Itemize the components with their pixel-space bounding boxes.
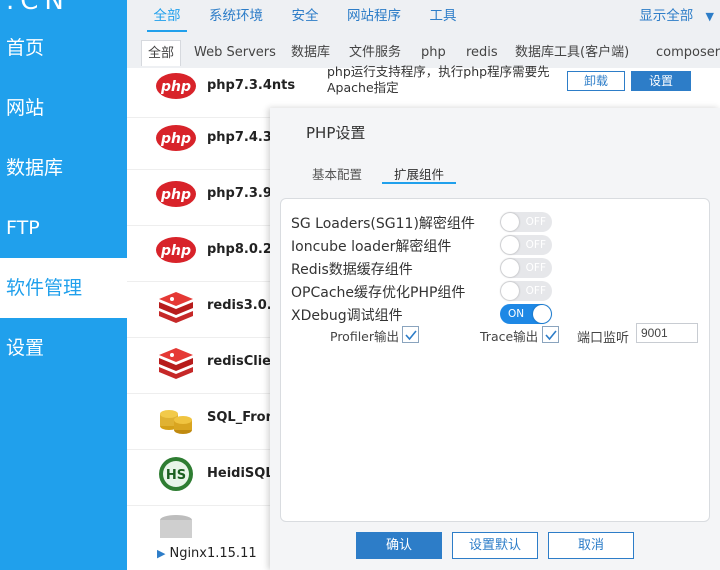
confirm-button[interactable]: 确认 bbox=[356, 532, 442, 559]
settings-button[interactable]: 设置 bbox=[631, 71, 691, 91]
sidebar: .CN 首页 网站 数据库 FTP 软件管理 设置 bbox=[0, 0, 127, 570]
extension-label: XDebug调试组件 bbox=[291, 308, 403, 324]
tab-extensions[interactable]: 扩展组件 bbox=[382, 164, 457, 184]
port-input[interactable] bbox=[636, 323, 698, 343]
sidebar-item-ftp[interactable]: FTP bbox=[0, 198, 127, 258]
software-name: php8.0.2r bbox=[207, 242, 279, 257]
toggle-state: OFF bbox=[525, 262, 546, 274]
extension-label: OPCache缓存优化PHP组件 bbox=[291, 285, 466, 301]
svg-text:php: php bbox=[160, 243, 191, 259]
software-name: HeidiSQL bbox=[207, 466, 274, 481]
toggle-state: OFF bbox=[525, 239, 546, 251]
trace-checkbox[interactable] bbox=[542, 326, 559, 343]
profiler-checkbox[interactable] bbox=[402, 326, 419, 343]
cancel-button[interactable]: 取消 bbox=[548, 532, 634, 559]
coins-icon bbox=[160, 410, 192, 434]
extension-label: SG Loaders(SG11)解密组件 bbox=[291, 216, 475, 232]
software-name: php7.4.3r bbox=[207, 130, 279, 145]
xdebug-toggle[interactable]: ON bbox=[500, 304, 552, 324]
toggle-state: OFF bbox=[525, 216, 546, 228]
sidebar-item-software[interactable]: 软件管理 bbox=[0, 258, 127, 318]
category-tabs: 全部 系统环境 安全 网站程序 工具 显示全部 ▼ bbox=[127, 0, 720, 34]
show-all-dropdown[interactable]: 显示全部 ▼ bbox=[639, 0, 714, 32]
php-logo-icon: php bbox=[156, 125, 196, 151]
toggle-knob bbox=[501, 213, 519, 231]
checkmark-icon bbox=[545, 330, 557, 341]
opcache-toggle[interactable]: OFF bbox=[500, 281, 552, 301]
brand-logo-text: .CN bbox=[6, 0, 70, 16]
toggle-state: OFF bbox=[525, 285, 546, 297]
heidisql-logo-icon: HS bbox=[159, 457, 193, 491]
checkmark-icon bbox=[405, 330, 417, 341]
port-label: 端口监听 bbox=[577, 331, 630, 346]
uninstall-button[interactable]: 卸载 bbox=[567, 71, 625, 91]
play-icon: ▶ bbox=[157, 547, 166, 560]
svg-text:php: php bbox=[160, 79, 191, 95]
toggle-knob bbox=[501, 282, 519, 300]
service-status-item[interactable]: ▶ Nginx1.15.11 bbox=[157, 546, 257, 561]
dialog-title: PHP设置 bbox=[306, 124, 366, 142]
toggle-knob bbox=[501, 259, 519, 277]
software-name: php7.3.9r bbox=[207, 186, 279, 201]
tab-web-programs[interactable]: 网站程序 bbox=[343, 0, 405, 32]
show-all-label: 显示全部 bbox=[639, 8, 694, 24]
php-logo-icon: php bbox=[156, 73, 196, 99]
svg-text:php: php bbox=[160, 187, 191, 203]
php-logo-icon: php bbox=[156, 237, 196, 263]
php-logo-icon: php bbox=[156, 181, 196, 207]
extension-label: Redis数据缓存组件 bbox=[291, 262, 413, 278]
tab-basic-config[interactable]: 基本配置 bbox=[312, 164, 362, 184]
tab-system-env[interactable]: 系统环境 bbox=[205, 0, 267, 32]
tab-security[interactable]: 安全 bbox=[287, 0, 323, 32]
php-settings-dialog: PHP设置 基本配置 扩展组件 SG Loaders(SG11)解密组件 OFF… bbox=[270, 108, 720, 570]
extension-label: Ioncube loader解密组件 bbox=[291, 239, 452, 255]
set-default-button[interactable]: 设置默认 bbox=[452, 532, 538, 559]
sidebar-item-website[interactable]: 网站 bbox=[0, 78, 127, 138]
tab-tools[interactable]: 工具 bbox=[425, 0, 461, 32]
ioncube-toggle[interactable]: OFF bbox=[500, 235, 552, 255]
toggle-state: ON bbox=[508, 308, 525, 320]
software-name: php7.3.4nts bbox=[207, 78, 296, 93]
service-name: Nginx1.15.11 bbox=[169, 546, 257, 561]
svg-text:php: php bbox=[160, 131, 191, 147]
software-name: redisClier bbox=[207, 354, 278, 369]
heidisql-badge: HS bbox=[166, 468, 186, 483]
tab-all[interactable]: 全部 bbox=[147, 0, 187, 32]
trace-label: Trace输出 bbox=[480, 329, 539, 344]
toggle-knob bbox=[501, 236, 519, 254]
profiler-label: Profiler输出 bbox=[330, 329, 400, 344]
software-description: php运行支持程序，执行php程序需要先Apache指定 bbox=[327, 64, 550, 95]
chevron-down-icon: ▼ bbox=[705, 10, 714, 23]
redis-cache-toggle[interactable]: OFF bbox=[500, 258, 552, 278]
sidebar-item-settings[interactable]: 设置 bbox=[0, 318, 127, 378]
redis-logo-icon bbox=[159, 348, 193, 379]
toggle-knob bbox=[533, 305, 551, 323]
sidebar-item-home[interactable]: 首页 bbox=[0, 18, 127, 78]
extensions-panel: SG Loaders(SG11)解密组件 OFF Ioncube loader解… bbox=[280, 198, 710, 522]
redis-logo-icon bbox=[159, 292, 193, 323]
sidebar-item-database[interactable]: 数据库 bbox=[0, 138, 127, 198]
software-name: SQL_From bbox=[207, 410, 280, 425]
sg-loader-toggle[interactable]: OFF bbox=[500, 212, 552, 232]
